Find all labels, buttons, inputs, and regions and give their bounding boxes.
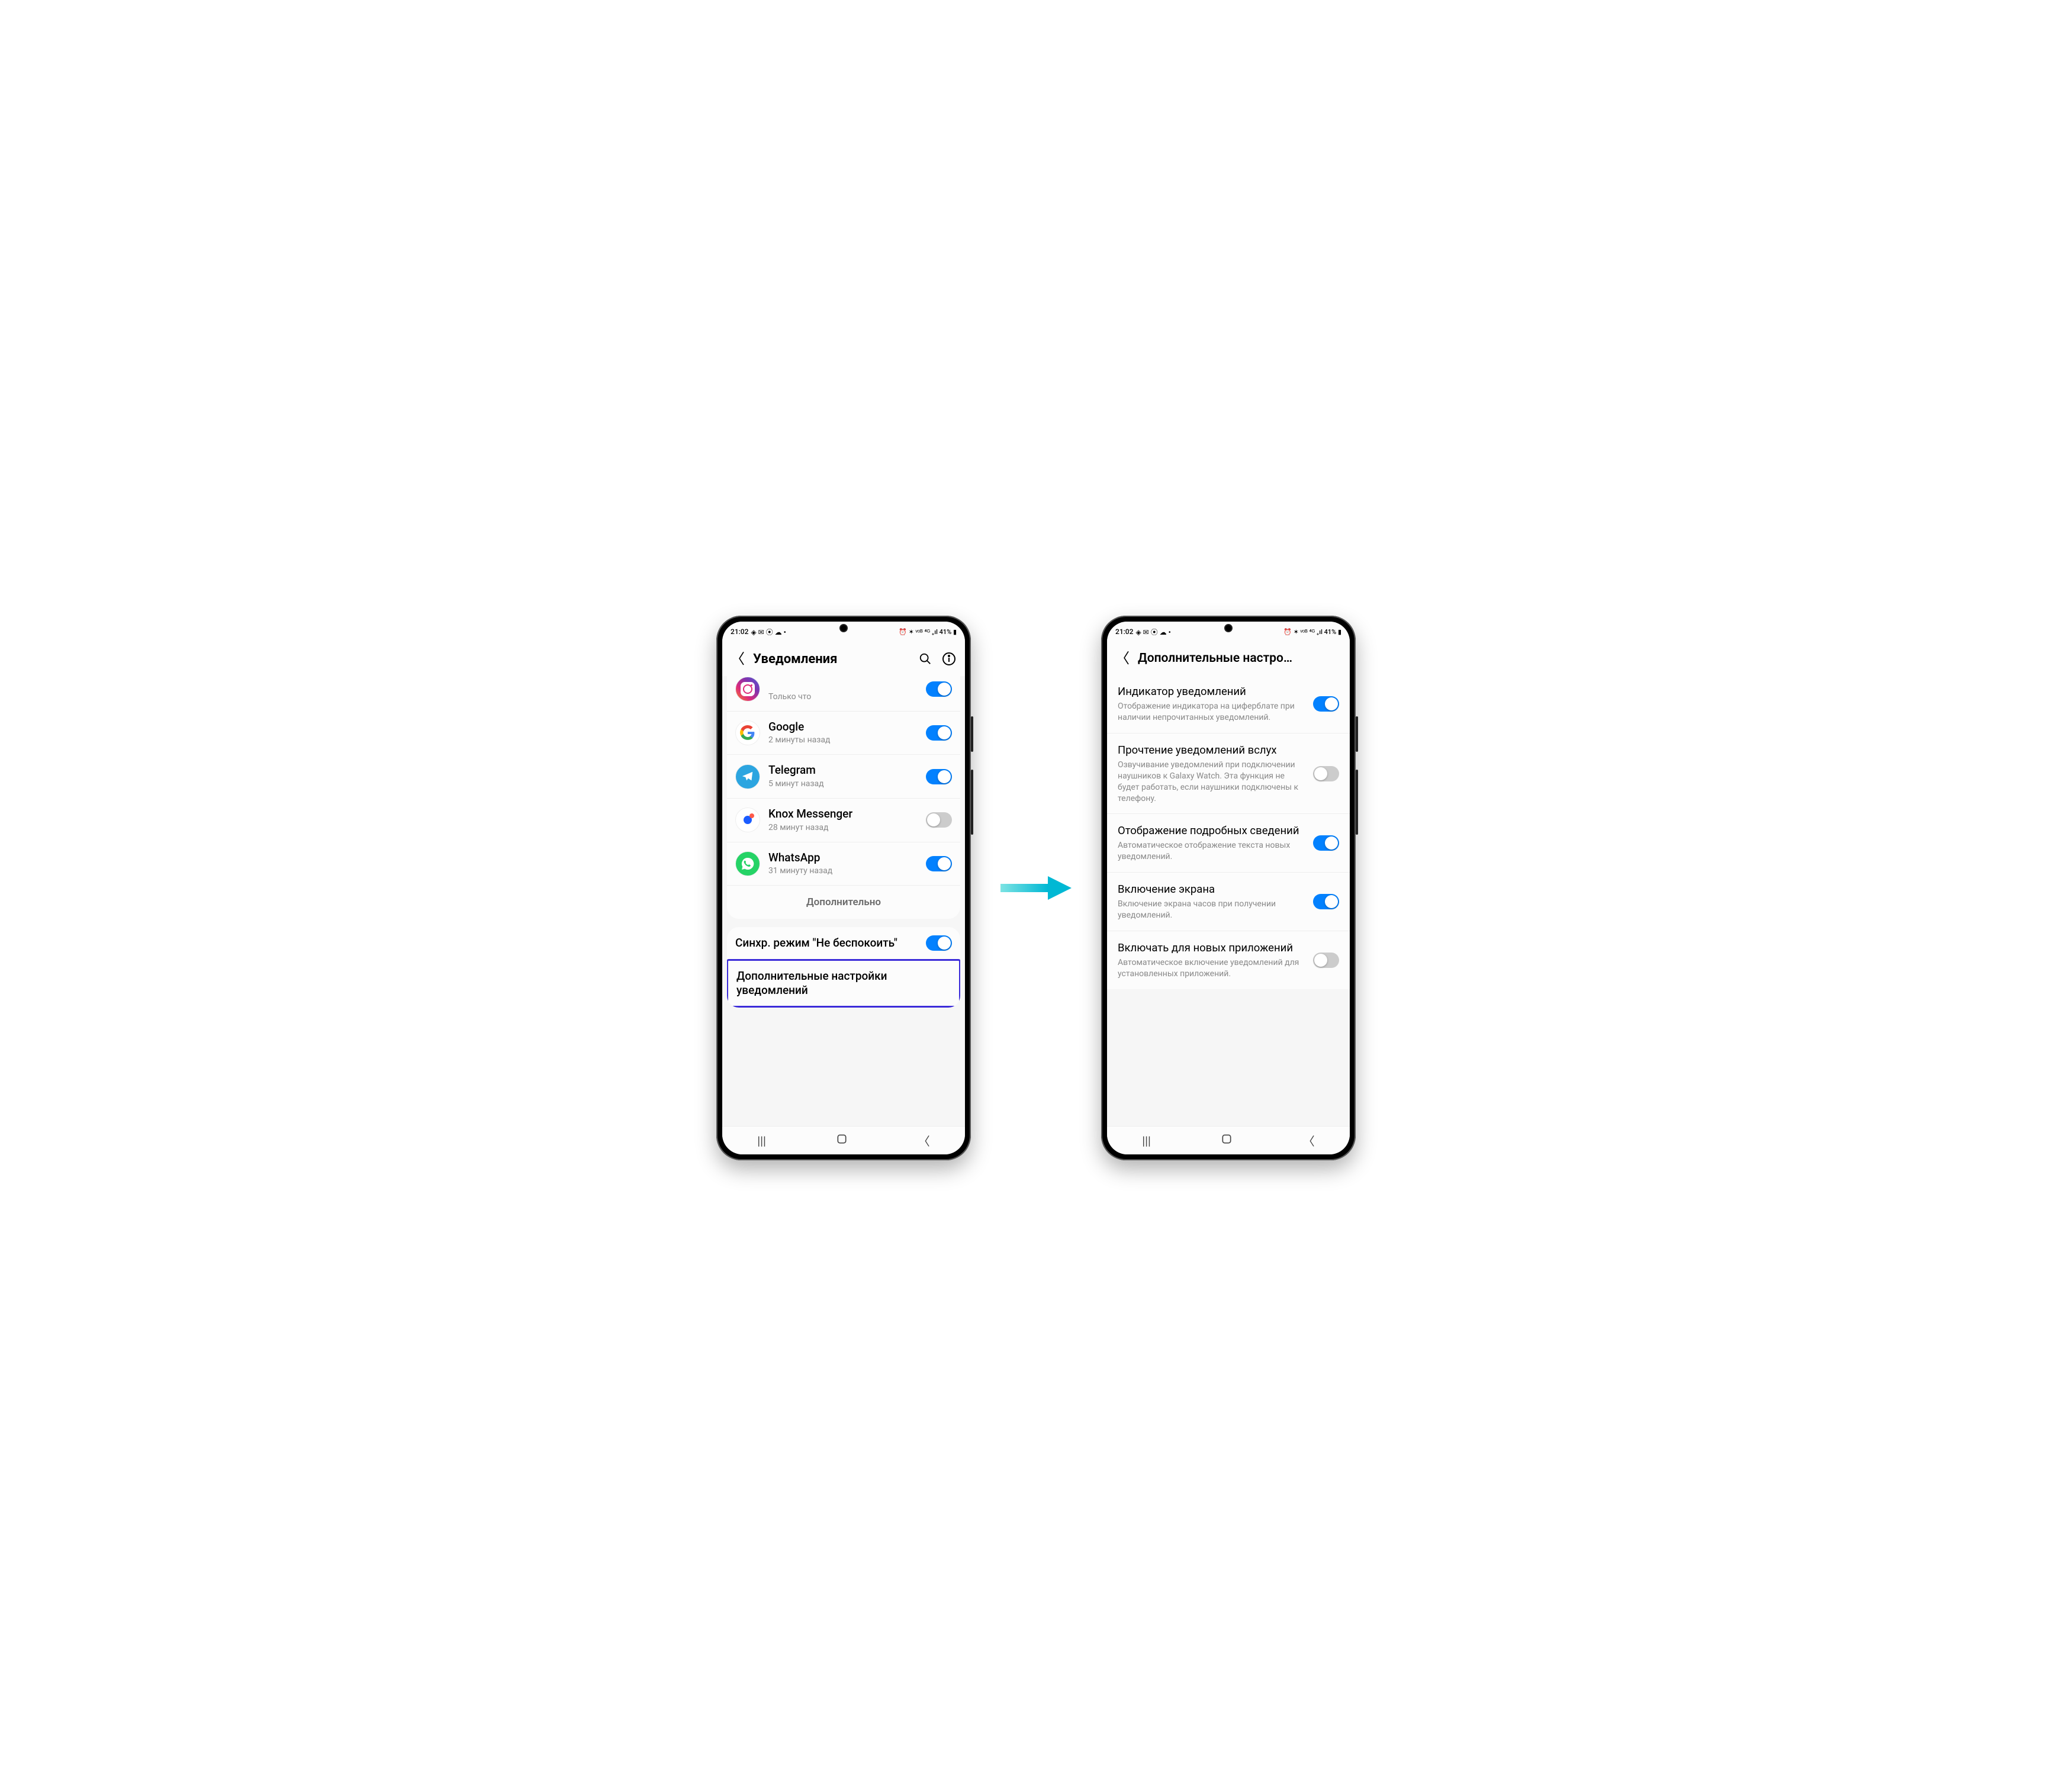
nav-bar: ||| 〈	[722, 1126, 965, 1154]
phone-right: 21:02 ◈ ✉ ⦿ ☁ • ⏰ ✶ ᵛᵒᴮ ⁴ᴳ ₊ıl 41% ▮ 〈 Д…	[1101, 616, 1356, 1160]
toggle-whatsapp[interactable]	[926, 856, 952, 871]
toggle-details[interactable]	[1313, 835, 1339, 851]
bottom-card: Синхр. режим "Не беспокоить" Дополнитель…	[727, 927, 960, 1008]
knox-icon	[735, 807, 760, 832]
phone-left: 21:02 ◈ ✉ ⦿ ☁ • ⏰ ✶ ᵛᵒᴮ ⁴ᴳ ₊ıl 41% ▮ 〈 У…	[716, 616, 971, 1160]
app-name: Telegram	[768, 763, 918, 777]
app-row-telegram[interactable]: Telegram 5 минут назад	[727, 754, 960, 798]
nav-bar: ||| 〈	[1107, 1126, 1350, 1154]
nav-home[interactable]	[1221, 1133, 1233, 1148]
instagram-icon	[735, 677, 760, 702]
toggle-new-apps[interactable]	[1313, 953, 1339, 968]
setting-title: Индикатор уведомлений	[1118, 684, 1305, 699]
telegram-icon	[735, 764, 760, 789]
toggle-instagram[interactable]	[926, 681, 952, 697]
content-left: Instagram Только что Google 2 минуты наз…	[722, 676, 965, 1126]
back-button[interactable]: 〈	[731, 652, 745, 666]
setting-read-aloud[interactable]: Прочтение уведомлений вслух Озвучивание …	[1107, 733, 1350, 814]
setting-desc: Отображение индикатора на циферблате при…	[1118, 701, 1305, 723]
arrow-icon	[1000, 873, 1072, 903]
app-list-card: Instagram Только что Google 2 минуты наз…	[727, 676, 960, 919]
setting-desc: Включение экрана часов при получении уве…	[1118, 899, 1305, 921]
nav-recent[interactable]: |||	[1142, 1134, 1151, 1148]
setting-desc: Озвучивание уведомлений при подключении …	[1118, 760, 1305, 805]
setting-title: Включение экрана	[1118, 882, 1305, 896]
more-button[interactable]: Дополнительно	[727, 885, 960, 919]
google-icon	[735, 720, 760, 745]
setting-screen-on[interactable]: Включение экрана Включение экрана часов …	[1107, 872, 1350, 931]
screen-left: 21:02 ◈ ✉ ⦿ ☁ • ⏰ ✶ ᵛᵒᴮ ⁴ᴳ ₊ıl 41% ▮ 〈 У…	[722, 622, 965, 1154]
header: 〈 Уведомления	[722, 641, 965, 676]
page-title: Дополнительные настро…	[1138, 651, 1341, 665]
app-row-whatsapp[interactable]: WhatsApp 31 минуту назад	[727, 842, 960, 886]
dnd-title: Синхр. режим "Не беспокоить"	[735, 936, 918, 950]
toggle-knox[interactable]	[926, 812, 952, 828]
advanced-title: Дополнительные настройки уведомлений	[736, 969, 951, 998]
status-right-icons: ⏰ ✶ ᵛᵒᴮ ⁴ᴳ ₊ıl 41% ▮	[1283, 628, 1341, 636]
back-button[interactable]: 〈	[1115, 651, 1130, 665]
app-sub: 28 минут назад	[768, 822, 918, 834]
app-row-google[interactable]: Google 2 минуты назад	[727, 711, 960, 755]
app-name: Instagram	[768, 676, 918, 690]
toggle-telegram[interactable]	[926, 769, 952, 784]
setting-title: Отображение подробных сведений	[1118, 823, 1305, 838]
nav-back[interactable]: 〈	[1303, 1132, 1315, 1149]
app-name: WhatsApp	[768, 851, 918, 865]
setting-desc: Автоматическое включение уведомлений для…	[1118, 957, 1305, 980]
status-left-icons: ◈ ✉ ⦿ ☁ •	[751, 627, 786, 637]
status-time: 21:02	[731, 628, 748, 636]
app-sub: 31 минуту назад	[768, 866, 918, 877]
header: 〈 Дополнительные настро…	[1107, 641, 1350, 675]
app-sub: 5 минут назад	[768, 778, 918, 790]
nav-back[interactable]: 〈	[918, 1132, 930, 1149]
toggle-dnd[interactable]	[926, 935, 952, 951]
info-icon[interactable]	[941, 651, 957, 667]
toggle-indicator[interactable]	[1313, 696, 1339, 712]
setting-title: Прочтение уведомлений вслух	[1118, 743, 1305, 757]
settings-list: Индикатор уведомлений Отображение индика…	[1107, 675, 1350, 989]
screen-right: 21:02 ◈ ✉ ⦿ ☁ • ⏰ ✶ ᵛᵒᴮ ⁴ᴳ ₊ıl 41% ▮ 〈 Д…	[1107, 622, 1350, 1154]
nav-recent[interactable]: |||	[757, 1134, 766, 1148]
advanced-settings-row[interactable]: Дополнительные настройки уведомлений	[727, 959, 960, 1008]
setting-details[interactable]: Отображение подробных сведений Автоматич…	[1107, 813, 1350, 872]
camera-hole	[839, 624, 848, 632]
toggle-google[interactable]	[926, 725, 952, 741]
page-title: Уведомления	[753, 652, 909, 667]
content-right: Индикатор уведомлений Отображение индика…	[1107, 675, 1350, 1126]
toggle-read-aloud[interactable]	[1313, 766, 1339, 781]
status-time: 21:02	[1115, 628, 1133, 636]
setting-new-apps[interactable]: Включать для новых приложений Автоматиче…	[1107, 931, 1350, 989]
nav-home[interactable]	[836, 1133, 848, 1148]
app-sub: 2 минуты назад	[768, 735, 918, 746]
status-right-icons: ⏰ ✶ ᵛᵒᴮ ⁴ᴳ ₊ıl 41% ▮	[899, 628, 957, 636]
status-left-icons: ◈ ✉ ⦿ ☁ •	[1135, 627, 1170, 637]
dnd-sync-row[interactable]: Синхр. режим "Не беспокоить"	[727, 927, 960, 959]
search-icon[interactable]	[918, 651, 933, 667]
setting-indicator[interactable]: Индикатор уведомлений Отображение индика…	[1107, 675, 1350, 733]
app-sub: Только что	[768, 691, 918, 703]
app-name: Google	[768, 720, 918, 734]
app-name: Knox Messenger	[768, 807, 918, 821]
camera-hole	[1224, 624, 1233, 632]
setting-desc: Автоматическое отображение текста новых …	[1118, 840, 1305, 863]
setting-title: Включать для новых приложений	[1118, 941, 1305, 955]
whatsapp-icon	[735, 851, 760, 876]
toggle-screen-on[interactable]	[1313, 894, 1339, 909]
app-row-knox[interactable]: Knox Messenger 28 минут назад	[727, 798, 960, 842]
app-row-instagram[interactable]: Instagram Только что	[727, 676, 960, 711]
